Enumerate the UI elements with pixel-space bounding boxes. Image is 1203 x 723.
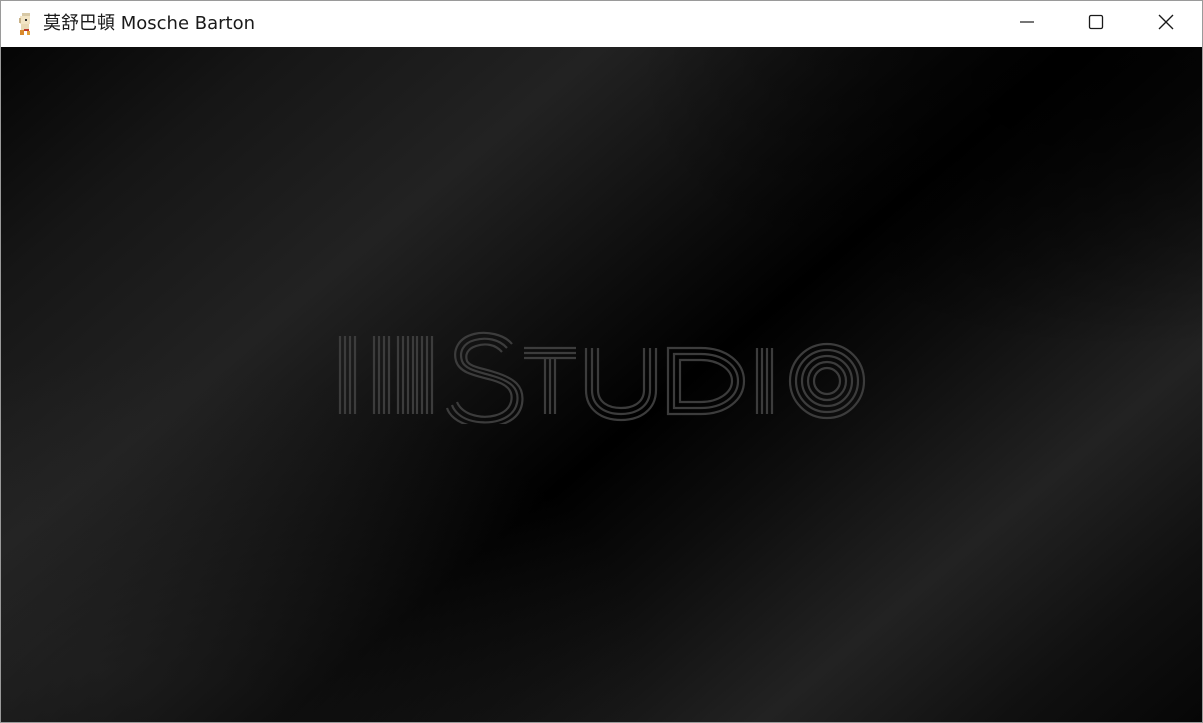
studio-logo [338,331,866,424]
splash-screen [1,47,1202,722]
logo-letter-s [445,331,524,424]
logo-letter-o [788,342,866,420]
logo-letter-d [666,346,746,416]
logo-letter-i [755,348,774,414]
logo-letter-t [524,346,576,414]
app-character-icon [16,13,34,35]
maximize-icon [1088,14,1104,34]
close-button[interactable] [1130,1,1202,47]
minimize-icon [1019,14,1035,34]
maximize-button[interactable] [1061,1,1130,47]
logo-bars [338,336,434,414]
minimize-button[interactable] [992,1,1061,47]
window-title: 莫舒巴頓 Mosche Barton [43,13,256,34]
app-window: 莫舒巴頓 Mosche Barton [0,0,1203,723]
title-bar[interactable]: 莫舒巴頓 Mosche Barton [1,1,1202,47]
logo-letter-u [584,348,658,422]
close-icon [1158,14,1174,34]
